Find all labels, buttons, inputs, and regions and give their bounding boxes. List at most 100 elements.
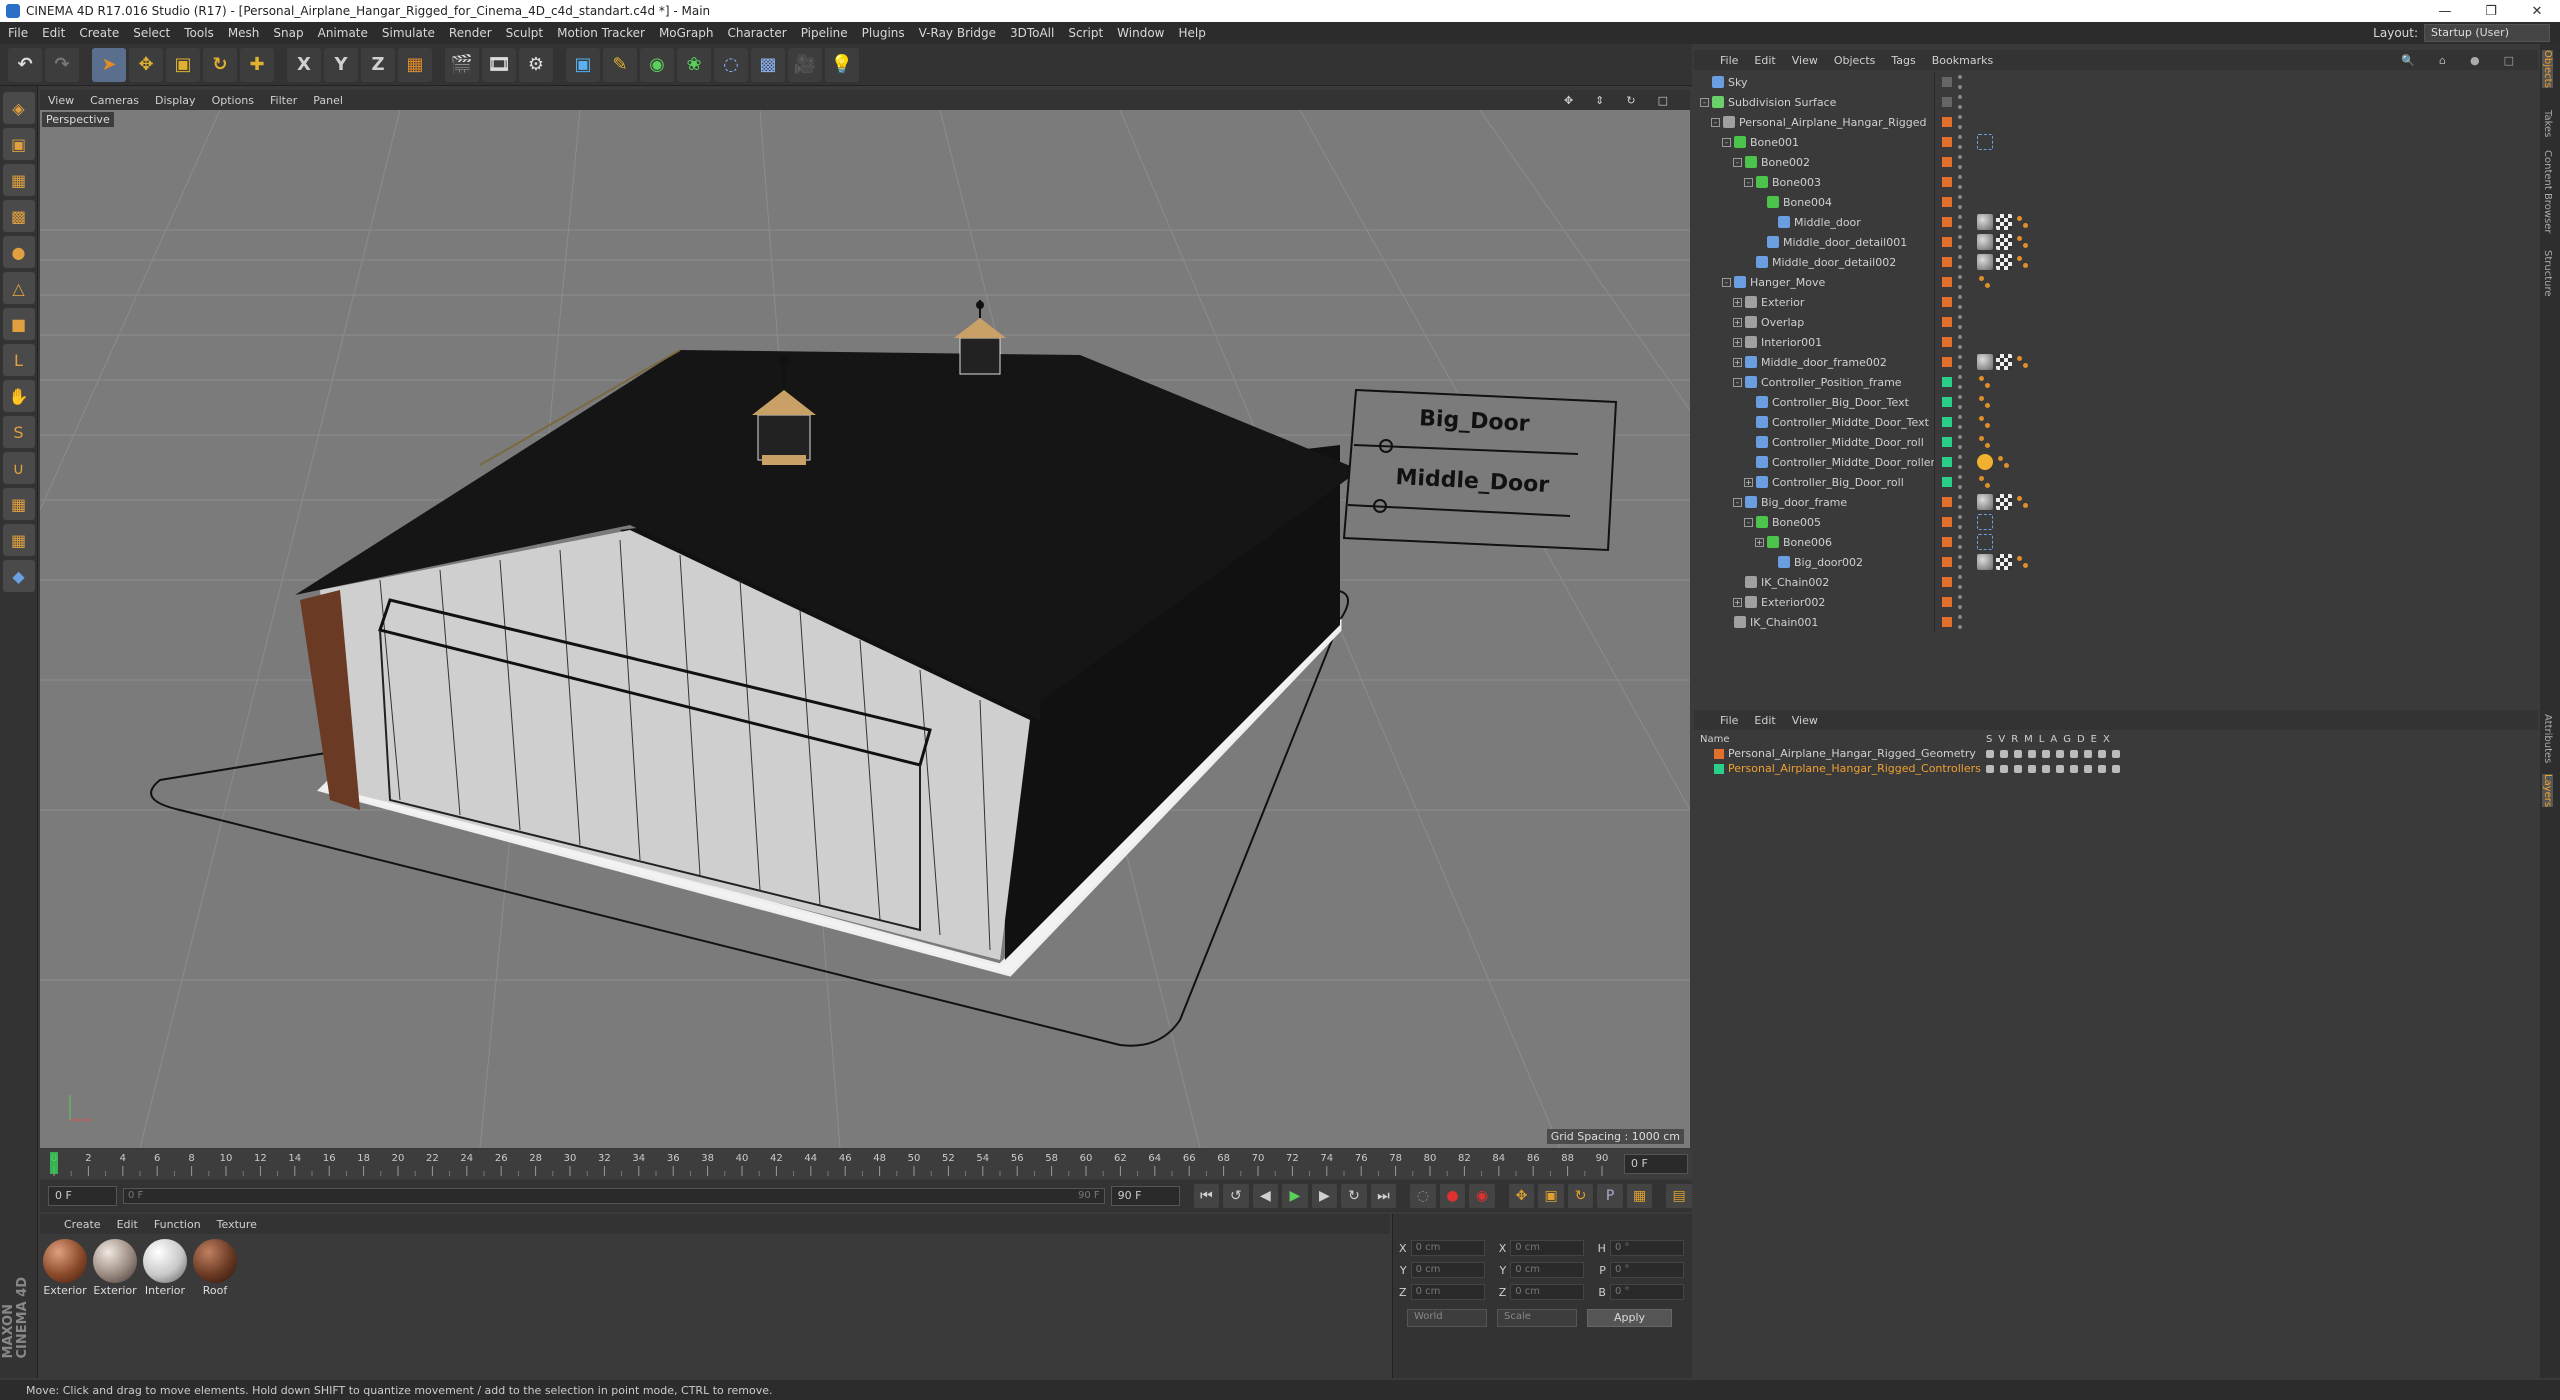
menu-file[interactable]: File xyxy=(8,26,28,40)
render-view-icon[interactable]: 🎬 xyxy=(445,47,479,82)
material-menu-create[interactable]: Create xyxy=(64,1218,101,1231)
layer-color-icon[interactable] xyxy=(1942,617,1952,627)
editor-visibility-dot[interactable] xyxy=(1958,95,1962,99)
collapse-icon[interactable]: - xyxy=(1722,137,1731,147)
cube-object-icon[interactable]: ▣ xyxy=(566,47,600,82)
position-y-field[interactable]: 0 cm xyxy=(1410,1262,1485,1278)
layer-color-icon[interactable] xyxy=(1942,457,1952,467)
layer-color-icon[interactable] xyxy=(1942,257,1952,267)
move-tool-icon[interactable]: ✥ xyxy=(129,47,163,82)
om-menu-view[interactable]: View xyxy=(1792,54,1818,67)
object-row[interactable]: Middle_door_detail002 xyxy=(1694,252,2538,272)
layer-toggle-icon[interactable] xyxy=(1986,764,1994,773)
layer-empty-icon[interactable] xyxy=(1942,77,1952,87)
object-tree-node[interactable]: + Bone006 xyxy=(1755,536,1832,549)
layer-toggle-icon[interactable] xyxy=(2112,764,2120,773)
object-row[interactable]: Controller_Middte_Door_Text xyxy=(1694,412,2538,432)
viewport-rotate-icon[interactable]: ↻ xyxy=(1626,94,1635,107)
expression-tag-icon[interactable] xyxy=(2015,354,2031,370)
visibility-dots-icon[interactable] xyxy=(1958,395,1962,409)
visibility-dots-icon[interactable] xyxy=(1958,135,1962,149)
light-object-icon[interactable]: 💡 xyxy=(825,47,859,82)
axis-mode-icon[interactable]: L xyxy=(2,344,35,376)
layer-col-expressions[interactable]: E xyxy=(2091,734,2097,745)
object-row[interactable]: + Middle_door_frame002 xyxy=(1694,352,2538,372)
object-tree-node[interactable]: + Overlap xyxy=(1733,316,1804,329)
material-menu-edit[interactable]: Edit xyxy=(117,1218,138,1231)
expand-icon[interactable]: + xyxy=(1733,337,1742,347)
menu-character[interactable]: Character xyxy=(727,26,786,40)
editor-visibility-dot[interactable] xyxy=(1958,375,1962,379)
object-row[interactable]: Controller_Middte_Door_roll xyxy=(1694,432,2538,452)
object-row[interactable]: + Exterior xyxy=(1694,292,2538,312)
object-row[interactable]: - Subdivision Surface xyxy=(1694,92,2538,112)
layer-toggle-icon[interactable] xyxy=(2042,749,2050,758)
editor-visibility-dot[interactable] xyxy=(1958,255,1962,259)
menu-snap[interactable]: Snap xyxy=(273,26,303,40)
layer-toggle-icon[interactable] xyxy=(2098,749,2106,758)
close-icon[interactable]: ✕ xyxy=(2514,0,2560,22)
render-visibility-dot[interactable] xyxy=(1958,405,1962,409)
position-x-field[interactable]: 0 cm xyxy=(1410,1240,1485,1256)
visibility-dots-icon[interactable] xyxy=(1958,315,1962,329)
rotation-b-field[interactable]: 0 ° xyxy=(1609,1284,1685,1300)
menu-mesh[interactable]: Mesh xyxy=(228,26,260,40)
material-swatch[interactable]: Exterior xyxy=(92,1238,138,1298)
layer-color-icon[interactable] xyxy=(1942,117,1952,127)
render-visibility-dot[interactable] xyxy=(1958,525,1962,529)
rotation-h-field[interactable]: 0 ° xyxy=(1609,1240,1685,1256)
tab-layers[interactable]: Layers xyxy=(2542,774,2553,808)
editor-visibility-dot[interactable] xyxy=(1958,315,1962,319)
layer-toggle-icon[interactable] xyxy=(2014,749,2022,758)
visibility-dots-icon[interactable] xyxy=(1958,175,1962,189)
expression-tag-icon[interactable] xyxy=(1996,454,2012,470)
object-row[interactable]: + Interior001 xyxy=(1694,332,2538,352)
render-visibility-dot[interactable] xyxy=(1958,125,1962,129)
render-visibility-dot[interactable] xyxy=(1958,445,1962,449)
object-tree-node[interactable]: + Controller_Big_Door_roll xyxy=(1744,476,1904,489)
object-row[interactable]: Controller_Middte_Door_roller xyxy=(1694,452,2538,472)
key-parameter-icon[interactable]: P xyxy=(1597,1184,1623,1208)
play-icon[interactable]: ▶ xyxy=(1282,1184,1308,1208)
object-tree-node[interactable]: Big_door002 xyxy=(1766,556,1863,569)
lm-menu-edit[interactable]: Edit xyxy=(1754,714,1775,727)
visibility-dots-icon[interactable] xyxy=(1958,235,1962,249)
object-tree-node[interactable]: + Middle_door_frame002 xyxy=(1733,356,1887,369)
editor-visibility-dot[interactable] xyxy=(1958,355,1962,359)
object-tree-node[interactable]: - Controller_Position_frame xyxy=(1733,376,1902,389)
layer-color-icon[interactable] xyxy=(1942,217,1952,227)
collapse-icon[interactable]: - xyxy=(1744,177,1753,187)
ik-tag-icon[interactable] xyxy=(1977,134,1993,150)
object-row[interactable]: Big_door002 xyxy=(1694,552,2538,572)
object-tree-node[interactable]: - Bone002 xyxy=(1733,156,1810,169)
editor-visibility-dot[interactable] xyxy=(1958,495,1962,499)
object-tree-node[interactable]: + Interior001 xyxy=(1733,336,1822,349)
layer-color-icon[interactable] xyxy=(1942,177,1952,187)
object-row[interactable]: + Exterior002 xyxy=(1694,592,2538,612)
expression-tag-icon[interactable] xyxy=(2015,554,2031,570)
object-tree-node[interactable]: Sky xyxy=(1700,76,1747,89)
expression-tag-icon[interactable] xyxy=(1977,474,1993,490)
layer-color-icon[interactable] xyxy=(1942,517,1952,527)
polygons-mode-icon[interactable]: ■ xyxy=(2,308,35,340)
object-row[interactable]: - Bone003 xyxy=(1694,172,2538,192)
editor-visibility-dot[interactable] xyxy=(1958,195,1962,199)
render-visibility-dot[interactable] xyxy=(1958,565,1962,569)
render-visibility-dot[interactable] xyxy=(1958,625,1962,629)
visibility-dots-icon[interactable] xyxy=(1958,275,1962,289)
layout-dropdown[interactable]: Startup (User) xyxy=(2424,24,2550,42)
coordinate-system-icon[interactable]: ▦ xyxy=(398,47,432,82)
array-object-icon[interactable]: ❀ xyxy=(677,47,711,82)
render-visibility-dot[interactable] xyxy=(1958,285,1962,289)
layer-toggle-icon[interactable] xyxy=(2070,764,2078,773)
layer-toggle-icon[interactable] xyxy=(2000,749,2008,758)
perspective-viewport[interactable]: Big_Door Middle_Door Perspective Grid Sp… xyxy=(40,110,1690,1148)
object-tree-node[interactable]: Middle_door_detail001 xyxy=(1755,236,1907,249)
menu-pipeline[interactable]: Pipeline xyxy=(801,26,848,40)
object-tree-node[interactable]: Controller_Big_Door_Text xyxy=(1744,396,1909,409)
layer-toggle-icon[interactable] xyxy=(2098,764,2106,773)
om-menu-objects[interactable]: Objects xyxy=(1834,54,1876,67)
visibility-dots-icon[interactable] xyxy=(1958,615,1962,629)
viewport-menu-options[interactable]: Options xyxy=(212,94,254,107)
expression-tag-icon[interactable] xyxy=(2015,254,2031,270)
